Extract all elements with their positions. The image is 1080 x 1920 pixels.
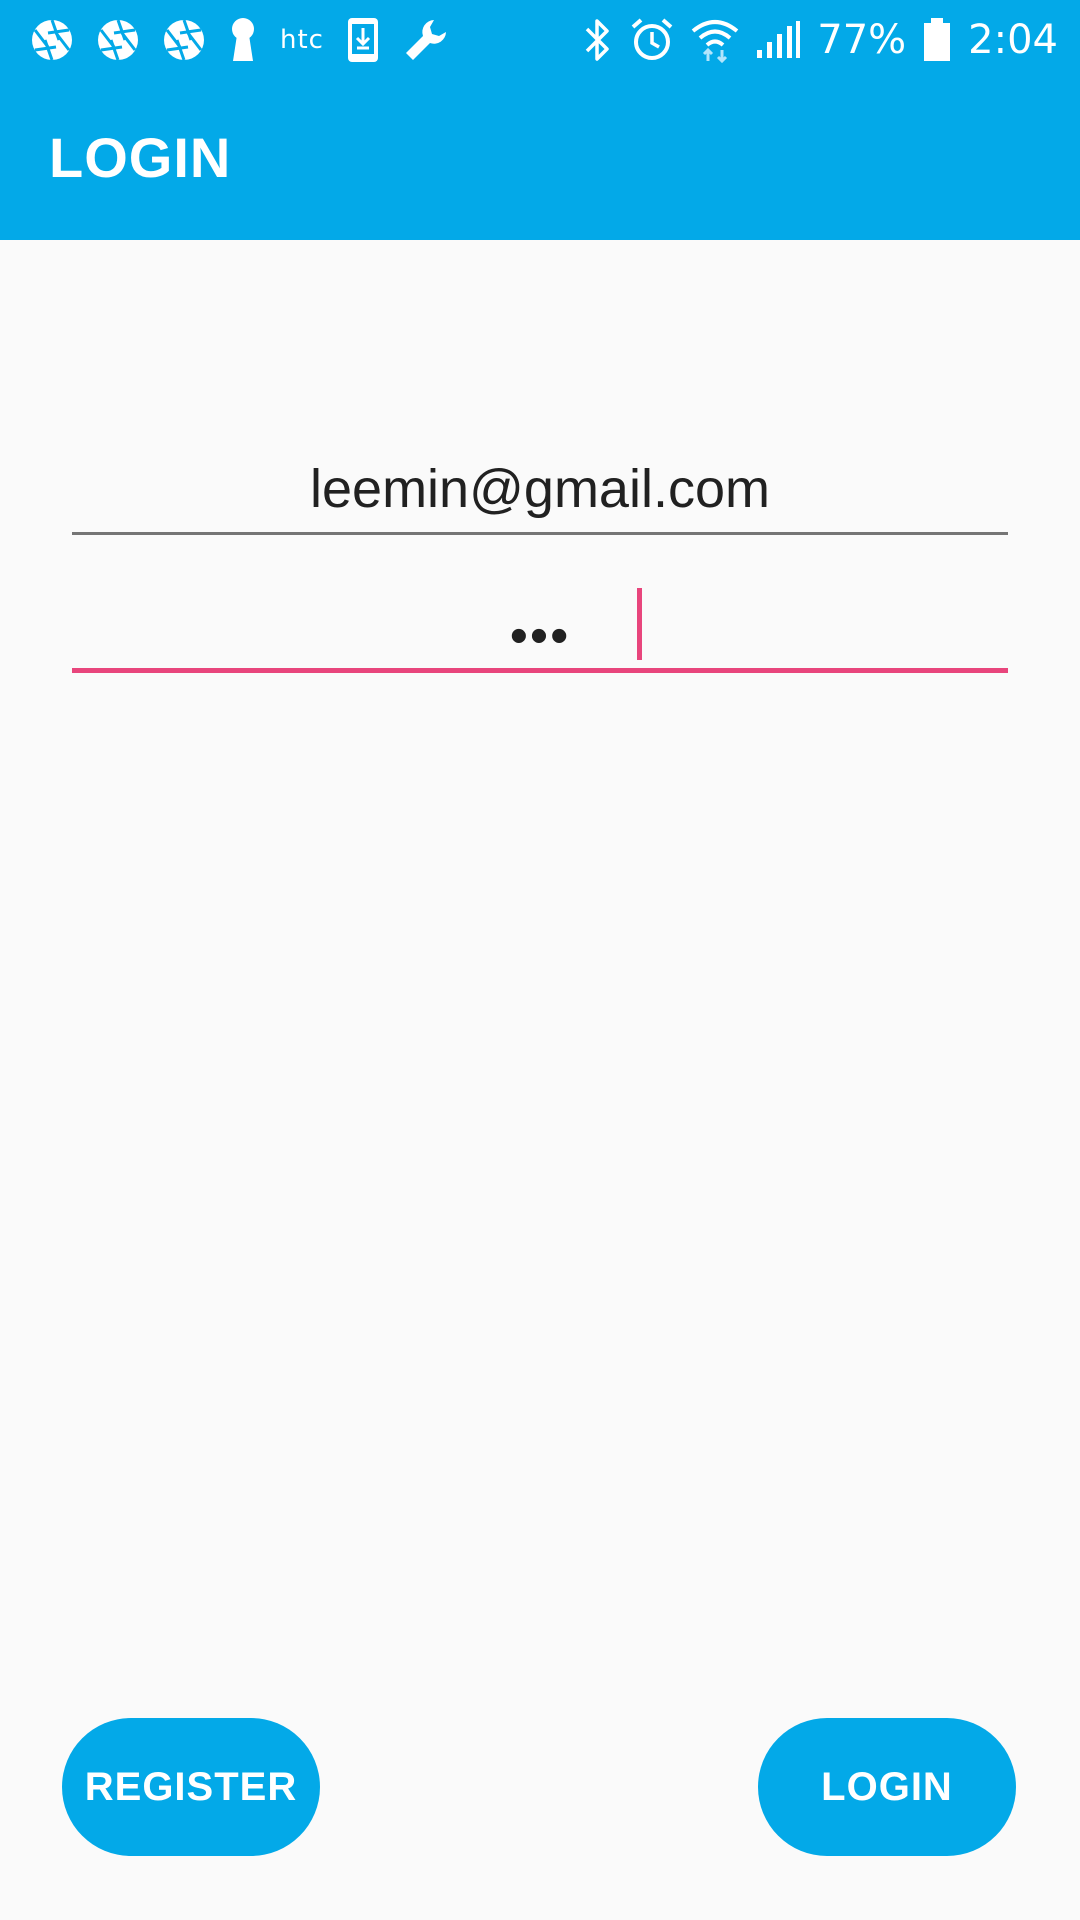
htc-logo: htc — [280, 25, 324, 55]
alarm-icon — [629, 17, 675, 63]
download-icon — [346, 16, 380, 64]
text-cursor — [637, 588, 642, 660]
keyhole-icon — [228, 17, 258, 63]
signal-icon — [755, 20, 801, 60]
status-system-tray: 77% 2:04 — [583, 17, 1080, 63]
password-field-value[interactable]: ••• — [72, 606, 1008, 666]
email-field[interactable]: leemin@gmail.com — [72, 440, 1008, 535]
aperture-icon — [96, 18, 140, 62]
register-button[interactable]: REGISTER — [62, 1718, 320, 1856]
app-bar: LOGIN — [0, 80, 1080, 240]
aperture-icon — [162, 18, 206, 62]
status-bar: htc 77% 2:04 — [0, 0, 1080, 80]
login-button[interactable]: LOGIN — [758, 1718, 1016, 1856]
aperture-icon — [30, 18, 74, 62]
wrench-icon — [402, 16, 450, 64]
password-field[interactable]: ••• — [72, 580, 1008, 673]
page-title: LOGIN — [49, 126, 232, 189]
status-clock: 2:04 — [968, 17, 1058, 63]
status-notifications: htc — [0, 16, 450, 64]
email-field-value[interactable]: leemin@gmail.com — [72, 458, 1008, 520]
battery-percentage: 77% — [817, 17, 907, 63]
wifi-icon — [691, 17, 739, 63]
battery-icon — [922, 17, 952, 63]
bluetooth-icon — [583, 17, 613, 63]
